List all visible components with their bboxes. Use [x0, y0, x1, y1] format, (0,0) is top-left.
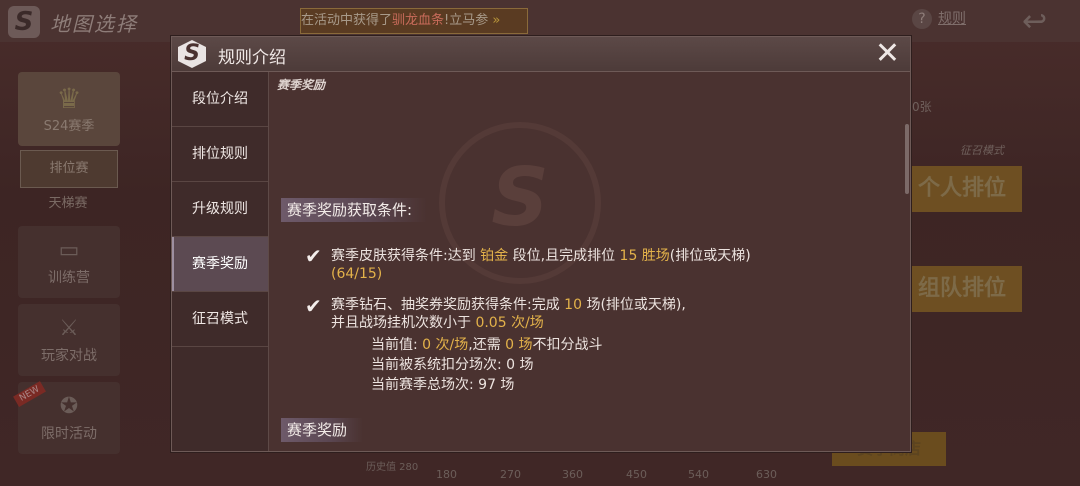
content-heading: 赛季奖励	[277, 78, 326, 92]
rules-content[interactable]: S 赛季奖励 赛季奖励获取条件: ✔ 赛季皮肤获得条件:达到 铂金 段位,且完成…	[269, 72, 909, 451]
history-points: 历史值 280	[366, 462, 419, 473]
game-logo-icon: S	[8, 6, 40, 38]
season-button[interactable]: ♛ S24赛季	[18, 72, 120, 146]
ranked-mode-button[interactable]: 排位赛	[20, 150, 118, 188]
tab-summon-mode[interactable]: 征召模式	[172, 292, 268, 347]
pvp-button[interactable]: ⚔ 玩家对战	[18, 304, 120, 376]
diamond-condition: 赛季钻石、抽奖券奖励获得条件:完成 10 场(排位或天梯), 并且战场挂机次数小于…	[331, 297, 686, 331]
scrollbar[interactable]	[905, 124, 909, 194]
milestone: 360	[562, 468, 583, 481]
game-logo-icon: S	[178, 40, 206, 68]
ladder-mode-button[interactable]: 天梯赛	[20, 188, 116, 220]
training-camp-button[interactable]: ▭ 训练营	[18, 226, 120, 298]
milestone: 180	[436, 468, 457, 481]
milestone: 450	[626, 468, 647, 481]
close-icon[interactable]: ✕	[875, 37, 900, 71]
team-rank-button[interactable]: 组队排位	[902, 266, 1022, 312]
ticket-count: 0张	[912, 100, 932, 114]
back-arrow-icon[interactable]: ↩	[1022, 4, 1047, 39]
announcement-ticker[interactable]: 在活动中获得了驯龙血条!立马参 »	[300, 8, 528, 34]
summon-mode-label: 征召模式	[960, 144, 1004, 157]
current-value-line: 当前值: 0 次/场,还需 0 场不扣分战斗	[371, 337, 603, 353]
section-title: 赛季奖励获取条件:	[281, 198, 427, 222]
tab-promotion-rules[interactable]: 升级规则	[172, 182, 268, 237]
tab-season-rewards[interactable]: 赛季奖励	[172, 237, 268, 292]
rules-dialog: S 规则介绍 ✕ 段位介绍 排位规则 升级规则 赛季奖励 征召模式 S 赛季奖励…	[171, 36, 911, 452]
milestone: 270	[500, 468, 521, 481]
tab-ranked-rules[interactable]: 排位规则	[172, 127, 268, 182]
map-select-title: 地图选择	[50, 12, 138, 36]
milestone: 630	[756, 468, 777, 481]
tab-rank-intro[interactable]: 段位介绍	[172, 72, 268, 127]
section-title: 赛季奖励	[281, 418, 363, 442]
dialog-title: 规则介绍	[218, 48, 286, 68]
rules-link[interactable]: ? 规则	[912, 8, 966, 29]
total-games-line: 当前赛季总场次: 97 场	[371, 377, 515, 393]
chevron-right-icon: »	[488, 13, 501, 28]
checkmark-icon: ✔	[305, 294, 322, 318]
swords-icon: ⚔	[59, 316, 79, 341]
solo-rank-button[interactable]: 个人排位	[902, 166, 1022, 212]
milestone: 540	[688, 468, 709, 481]
deducted-games-line: 当前被系统扣分场次: 0 场	[371, 357, 534, 373]
rules-tabs: 段位介绍 排位规则 升级规则 赛季奖励 征召模式	[172, 72, 269, 451]
crown-icon: ♛	[56, 82, 82, 115]
checkmark-icon: ✔	[305, 244, 322, 268]
skin-condition: 赛季皮肤获得条件:达到 铂金 段位,且完成排位 15 胜场(排位或天梯)(64/…	[331, 248, 751, 282]
monitor-icon: ▭	[58, 238, 80, 263]
dialog-header: S 规则介绍 ✕	[172, 37, 910, 72]
question-icon: ?	[912, 9, 932, 29]
